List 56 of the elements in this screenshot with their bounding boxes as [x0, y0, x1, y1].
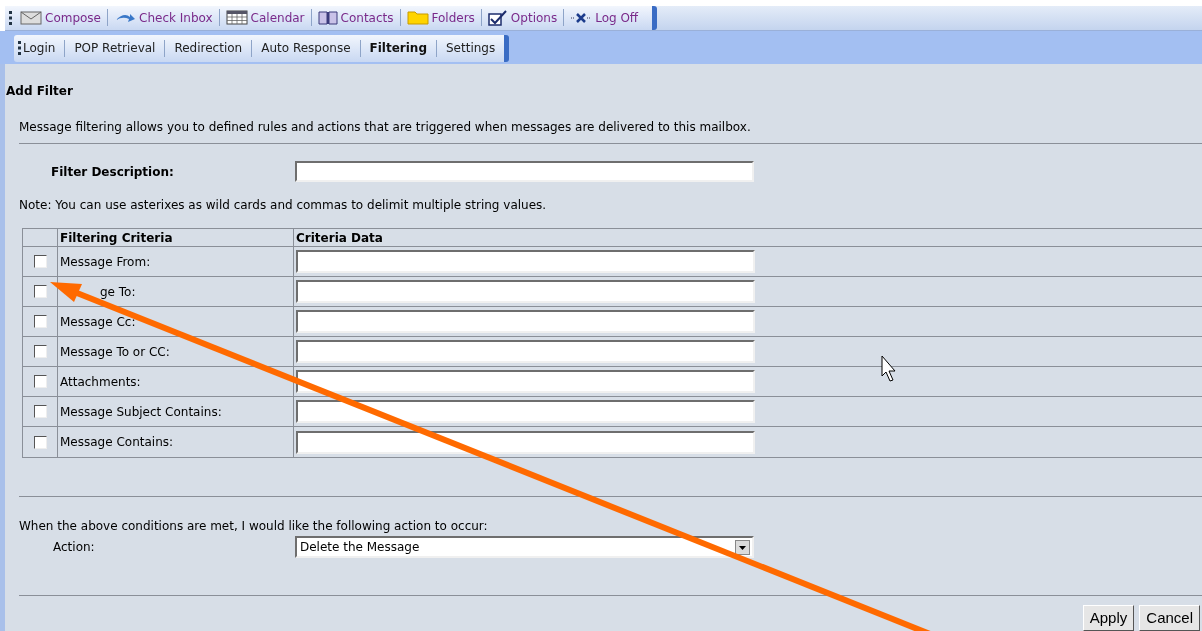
grip-icon	[18, 41, 21, 56]
folder-icon	[406, 10, 429, 26]
toolbar-link[interactable]: Check Inbox	[114, 8, 213, 27]
settings-tab[interactable]: Settings	[437, 35, 505, 62]
toolbar-link[interactable]: Contacts	[317, 8, 394, 27]
toolbar-link[interactable]: Compose	[20, 8, 101, 27]
criteria-data-field[interactable]	[296, 400, 755, 423]
settings-tab[interactable]: Filtering	[360, 35, 436, 62]
toolbar-link[interactable]: Calendar	[225, 8, 305, 27]
settings-tab[interactable]: Login	[21, 35, 65, 62]
checkbox[interactable]	[33, 405, 47, 418]
checkbox-tick-icon	[487, 9, 508, 26]
mouse-pointer-icon	[881, 355, 896, 382]
field-label: Filter Description:	[51, 163, 175, 181]
criteria-label: Message Contains:	[60, 434, 174, 451]
column-header: Filtering Criteria	[60, 229, 173, 247]
criteria-label: Message From:	[60, 253, 151, 271]
calendar-icon	[225, 10, 248, 26]
checkbox[interactable]	[33, 375, 47, 388]
caret-icon	[735, 539, 750, 555]
criteria-label: Message Subject Contains:	[60, 403, 222, 421]
criteria-label: ge To:	[100, 283, 136, 301]
section-heading: Add Filter	[6, 83, 74, 100]
criteria-data-field[interactable]	[296, 340, 755, 363]
toolbar-link[interactable]: Folders	[406, 8, 475, 27]
criteria-data-field[interactable]	[296, 310, 755, 333]
checkbox[interactable]	[33, 315, 47, 328]
settings-tab[interactable]: Redirection	[165, 35, 252, 62]
column-header: Criteria Data	[296, 229, 383, 247]
intro-text: Message filtering allows you to defined rules and actions that are triggered when messages are delivered to this mailbox.	[19, 120, 751, 134]
settings-tab[interactable]: POP Retrieval	[65, 35, 165, 62]
criteria-data-field[interactable]	[296, 430, 755, 454]
criteria-label: Attachments:	[60, 373, 141, 391]
criteria-data-field[interactable]	[296, 370, 755, 393]
checkbox[interactable]	[33, 435, 47, 449]
toolbar-link[interactable]: Log Off	[570, 8, 639, 27]
x-mark-icon	[570, 12, 593, 23]
envelope-icon	[20, 10, 42, 25]
criteria-label: Message To or CC:	[60, 343, 170, 361]
form-button[interactable]: Apply	[1082, 605, 1135, 631]
action-dropdown[interactable]: Delete the Message	[295, 536, 754, 558]
checkbox[interactable]	[33, 255, 47, 268]
note-text: Note: You can use asterixes as wild cards and commas to delimit multiple string values.	[19, 198, 547, 212]
checkbox[interactable]	[33, 345, 47, 358]
book-icon	[317, 10, 338, 26]
toolbar-link[interactable]: Options	[487, 8, 558, 27]
grip-icon	[9, 10, 12, 25]
criteria-data-field[interactable]	[296, 280, 755, 303]
filter-description-field[interactable]	[295, 161, 754, 182]
criteria-data-field[interactable]	[296, 250, 755, 273]
settings-tab[interactable]: Auto Response	[252, 35, 360, 62]
field-label: Action:	[53, 539, 96, 556]
criteria-label: Message Cc:	[60, 313, 136, 331]
action-intro-text: When the above conditions are met, I would like the following action to occur:	[19, 519, 488, 533]
checkbox[interactable]	[33, 285, 47, 298]
form-button[interactable]: Cancel	[1139, 605, 1200, 631]
